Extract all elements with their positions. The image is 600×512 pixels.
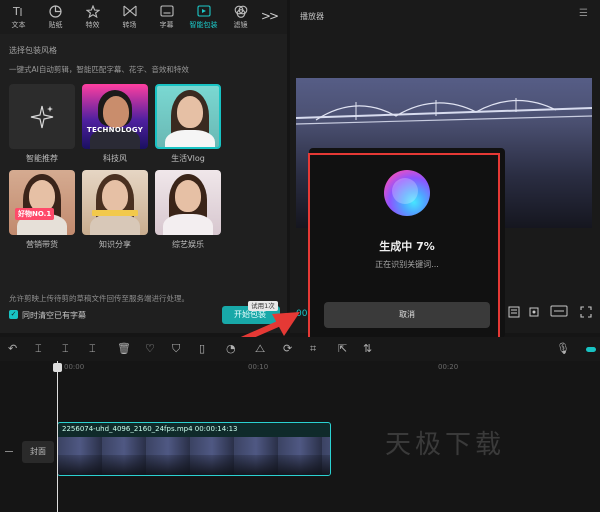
transition-icon [122, 4, 137, 18]
tab-text-label: 文本 [11, 21, 26, 29]
tab-effects-label: 特效 [85, 21, 100, 29]
hamburger-icon[interactable]: ☰ [579, 8, 588, 19]
text-icon: T [12, 4, 25, 18]
progress-dialog: 生成中 7% 正在识别关键词... 取消 [309, 148, 505, 338]
clip-shadow [58, 455, 330, 475]
fit-icon[interactable]: ⇱ [338, 342, 347, 355]
tab-caption[interactable]: 字幕 [148, 0, 185, 34]
style-label-vlog: 生活Vlog [171, 154, 205, 163]
style-card-marketing[interactable]: 好物NO.1 [9, 170, 75, 235]
style-label-smart: 智能推荐 [26, 154, 58, 163]
cover-button[interactable]: 封面 [22, 441, 54, 463]
style-card-variety[interactable] [155, 170, 221, 235]
material-tabbar: T 文本 贴纸 特效 转场 字幕 智能包装 滤镜 [0, 0, 287, 34]
effects-icon [85, 4, 100, 18]
video-clip[interactable]: 2256074-uhd_4096_2160_24fps.mp4 00:00:14… [57, 422, 331, 476]
cancel-button[interactable]: 取消 [324, 302, 490, 328]
timeline-toolbar: ↶ ⌶ ⌶ ⌶ 🗑 ♡ ⛉ ▯ ◔ ⧍ ⟳ ⌗ ⇱ ⇅ 🎙 [0, 337, 600, 361]
section-title: 选择包装风格 [9, 46, 57, 55]
clear-captions-checkbox[interactable]: ✓ [9, 310, 18, 319]
svg-text:T: T [12, 5, 20, 17]
style-card-tech[interactable]: TECHNOLOGY [82, 84, 148, 149]
tab-smart-pack[interactable]: 智能包装 [185, 0, 222, 34]
upload-notice: 允许剪映上传待剪的草稿文件回传至服务端进行处理。 [9, 294, 189, 303]
thumb-marketing-text: 好物NO.1 [15, 208, 55, 220]
tab-filter-label: 滤镜 [233, 21, 248, 29]
tab-smart-pack-label: 智能包装 [189, 21, 218, 29]
ruler-label-10: 00:10 [248, 363, 269, 371]
bridge-silhouette [296, 98, 592, 125]
thumb-face [175, 180, 201, 212]
style-label-knowledge: 知识分享 [99, 240, 131, 249]
thumb-body [163, 214, 213, 235]
style-label-marketing: 营销带货 [26, 240, 58, 249]
progress-status-subtitle: 正在识别关键词... [375, 260, 439, 269]
timeline[interactable]: 00:00 00:10 00:20 封面 2256074-uhd_4096_21… [0, 361, 600, 512]
clear-captions-label: 同时清空已有字幕 [22, 311, 86, 320]
adjust-icon[interactable]: ⇅ [363, 342, 372, 355]
shield-icon[interactable]: ⛉ [172, 342, 180, 356]
split-icon[interactable]: ⌶ [35, 342, 42, 356]
tab-caption-label: 字幕 [159, 21, 174, 29]
speed-icon[interactable]: ◔ [226, 342, 236, 355]
tab-transition-label: 转场 [122, 21, 137, 29]
filter-icon [234, 4, 248, 18]
fullscreen-icon[interactable] [580, 306, 592, 321]
delete-icon[interactable]: 🗑 [117, 342, 131, 355]
ruler-label-20: 00:20 [438, 363, 459, 371]
tab-effects[interactable]: 特效 [74, 0, 111, 34]
time-ruler[interactable]: 00:00 00:10 00:20 [0, 361, 600, 375]
split-right-icon[interactable]: ⌶ [89, 342, 96, 356]
more-tabs-button[interactable]: >> [261, 9, 279, 23]
playhead-handle[interactable] [53, 363, 62, 372]
sticker-icon [49, 4, 62, 18]
style-card-vlog[interactable] [155, 84, 221, 149]
mirror-icon[interactable]: ⧍ [255, 342, 265, 356]
smart-pack-icon [196, 4, 211, 18]
tab-text[interactable]: T 文本 [0, 0, 37, 34]
thumb-tech-text: TECHNOLOGY [86, 126, 144, 134]
style-card-smart[interactable] [9, 84, 75, 149]
crop-tool-icon[interactable]: ⌗ [310, 342, 316, 356]
tab-filter[interactable]: 滤镜 [222, 0, 259, 34]
tab-sticker-label: 贴纸 [48, 21, 63, 29]
watermark: 天极下载 [385, 430, 506, 460]
sparkle-icon [30, 105, 54, 128]
style-label-tech: 科技风 [103, 154, 127, 163]
microphone-icon[interactable]: 🎙 [556, 342, 570, 355]
thumb-face [103, 96, 129, 128]
player-title: 播放器 [300, 12, 324, 21]
thumb-body [165, 130, 215, 147]
section-description: 一键式AI自动剪辑，智能匹配字幕、花字、音效和特效 [9, 65, 189, 74]
style-card-knowledge[interactable] [82, 170, 148, 235]
thumb-face [102, 180, 128, 212]
ruler-label-0: 00:00 [64, 363, 85, 371]
left-panel: T 文本 贴纸 特效 转场 字幕 智能包装 滤镜 >> 选择包装风格 一键式AI… [0, 0, 287, 333]
marker-icon[interactable]: ♡ [145, 342, 155, 355]
clip-title: 2256074-uhd_4096_2160_24fps.mp4 00:00:14… [62, 425, 238, 433]
original-ratio-icon[interactable] [550, 305, 568, 320]
progress-status-title: 生成中 7% [379, 240, 435, 253]
thumb-body [90, 214, 140, 235]
freeze-icon[interactable]: ▯ [199, 342, 205, 355]
playhead[interactable] [57, 361, 58, 512]
rotate-icon[interactable]: ⟳ [283, 342, 292, 355]
caption-icon [159, 4, 174, 18]
undo-icon[interactable]: ↶ [8, 342, 17, 355]
ratio-icon[interactable] [508, 306, 520, 321]
tab-sticker[interactable]: 贴纸 [37, 0, 74, 34]
split-left-icon[interactable]: ⌶ [62, 342, 69, 356]
crop-icon[interactable] [528, 306, 540, 321]
ai-orb-icon [384, 170, 430, 216]
toggle-switch[interactable] [586, 347, 596, 352]
thumb-caption-bar [92, 210, 138, 216]
tab-transition[interactable]: 转场 [111, 0, 148, 34]
thumb-face [177, 96, 203, 128]
track-divider [5, 451, 13, 452]
style-label-variety: 综艺娱乐 [172, 240, 204, 249]
